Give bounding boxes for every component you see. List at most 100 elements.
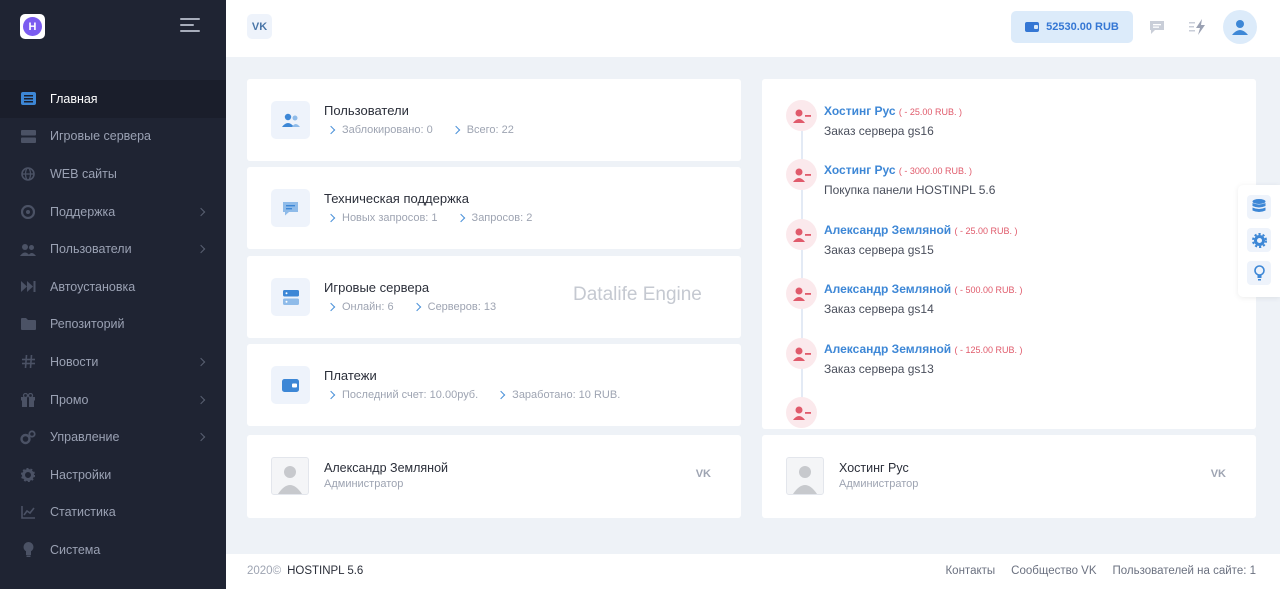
stat-details: Новых запросов: 1 Запросов: 2 [326,212,552,224]
wallet-icon [1025,22,1040,32]
sidebar-item-label: WEB сайты [50,166,117,181]
hash-icon [20,354,36,370]
cogs-icon [20,429,36,445]
stat-details: Онлайн: 6 Серверов: 13 [326,301,516,313]
lightning-icon[interactable] [1188,17,1208,37]
sidebar-item-management[interactable]: Управление [0,418,226,456]
sidebar-item-label: Репозиторий [50,317,125,332]
timeline-user: Александр Земляной [824,342,952,356]
chevron-right-icon [496,390,506,400]
sidebar-item-label: Поддержка [50,204,116,219]
chevron-right-icon [412,302,421,312]
sidebar-item-system[interactable]: Система [0,531,226,569]
floating-toolbar [1238,185,1280,297]
stat-detail: Новых запросов: 1 [342,212,438,224]
stat-card-game-servers: Игровые сервера Онлайн: 6 Серверов: 13 D… [247,256,741,338]
timeline-item: Хостинг Рус ( - 3000.00 RUB. ) Покупка п… [786,159,1236,201]
chevron-right-icon [326,213,336,223]
timeline-item-partial [786,397,1236,429]
sidebar-item-label: Промо [50,392,89,407]
sidebar: H Главная Игровые сервера WEB сайты Подд… [0,0,226,589]
sidebar-item-news[interactable]: Новости [0,343,226,381]
user-minus-icon [786,100,817,131]
timeline-amount: ( - 500.00 RUB. ) [954,285,1023,295]
vk-icon[interactable]: VK [696,468,711,480]
stat-card-support: Техническая поддержка Новых запросов: 1 … [247,167,741,249]
sidebar-item-settings[interactable]: Настройки [0,456,226,494]
user-avatar[interactable] [1223,10,1257,44]
footer-link-vk-community[interactable]: Сообщество VK [1011,565,1096,577]
timeline-amount: ( - 125.00 RUB. ) [954,345,1023,355]
timeline-desc: Заказ сервера gs16 [824,124,934,138]
chevron-right-icon [326,125,336,135]
message-icon [271,189,310,227]
chevron-right-icon [196,244,206,254]
chevron-right-icon [196,357,206,367]
sidebar-item-label: Главная [50,91,98,106]
stat-detail: Онлайн: 6 [342,301,394,313]
sidebar-item-support[interactable]: Поддержка [0,193,226,231]
timeline-item: Александр Земляной ( - 500.00 RUB. ) Зак… [786,278,1236,320]
admin-role: Администратор [839,478,919,490]
vk-icon[interactable]: VK [1211,468,1226,480]
admin-avatar [271,457,309,495]
admin-card: Александр Земляной Администратор VK [247,435,741,518]
timeline-amount: ( - 25.00 RUB. ) [954,226,1018,236]
messages-icon[interactable] [1147,17,1167,37]
globe-icon [20,166,36,182]
sidebar-item-statistics[interactable]: Статистика [0,494,226,532]
timeline-user-link[interactable]: Александр Земляной ( - 125.00 RUB. ) [824,342,1023,356]
users-icon [20,241,36,257]
wallet-icon [271,366,310,404]
timeline-desc: Заказ сервера gs14 [824,302,934,316]
folder-icon [20,316,36,332]
vk-link-button[interactable]: VK [247,14,272,39]
sidebar-item-home[interactable]: Главная [0,80,226,118]
stat-title: Платежи [324,368,377,383]
timeline-desc: Заказ сервера gs15 [824,243,934,257]
footer-product: HOSTINPL 5.6 [287,565,364,577]
gear-icon[interactable] [1247,228,1271,252]
server-icon [20,128,36,144]
sidebar-item-label: Статистика [50,505,116,520]
footer-year: 2020© [247,565,282,577]
stat-detail: Запросов: 2 [471,212,533,224]
timeline-user-link[interactable]: Хостинг Рус ( - 3000.00 RUB. ) [824,163,972,177]
gift-icon [20,392,36,408]
brand-logo[interactable]: H [20,14,45,39]
user-minus-icon [786,219,817,250]
timeline-user-link[interactable]: Александр Земляной ( - 25.00 RUB. ) [824,223,1018,237]
balance-amount: 52530.00 RUB [1046,21,1119,33]
user-minus-icon [786,397,817,428]
chevron-right-icon [196,432,206,442]
user-minus-icon [786,278,817,309]
vk-icon: VK [251,20,268,33]
timeline-user-link[interactable]: Александр Земляной ( - 500.00 RUB. ) [824,282,1023,296]
sidebar-item-websites[interactable]: WEB сайты [0,155,226,193]
timeline-item: Хостинг Рус ( - 25.00 RUB. ) Заказ серве… [786,100,1236,142]
logo-letter: H [23,17,42,36]
watermark-text: Datalife Engine [573,284,702,305]
timeline-desc: Заказ сервера gs13 [824,362,934,376]
timeline-user: Хостинг Рус [824,163,896,177]
server-icon [271,278,310,316]
timeline-user-link[interactable]: Хостинг Рус ( - 25.00 RUB. ) [824,104,962,118]
lifebuoy-icon [20,204,36,220]
fast-forward-icon [20,279,36,295]
sidebar-toggle-icon[interactable] [180,18,200,34]
sidebar-item-promo[interactable]: Промо [0,381,226,419]
sidebar-item-repository[interactable]: Репозиторий [0,306,226,344]
stat-title: Игровые сервера [324,280,430,295]
balance-button[interactable]: 52530.00 RUB [1011,11,1133,43]
stat-card-users: Пользователи Заблокировано: 0 Всего: 22 [247,79,741,161]
stat-details: Заблокировано: 0 Всего: 22 [326,124,534,136]
sidebar-item-users[interactable]: Пользователи [0,230,226,268]
bulb-icon[interactable] [1247,261,1271,285]
stat-detail: Заблокировано: 0 [342,124,433,136]
sidebar-item-autoinstall[interactable]: Автоустановка [0,268,226,306]
stat-title: Техническая поддержка [324,191,469,206]
stat-detail: Последний счет: 10.00руб. [342,389,479,401]
footer-link-contacts[interactable]: Контакты [945,565,995,577]
sidebar-item-game-servers[interactable]: Игровые сервера [0,118,226,156]
database-icon[interactable] [1247,195,1271,219]
